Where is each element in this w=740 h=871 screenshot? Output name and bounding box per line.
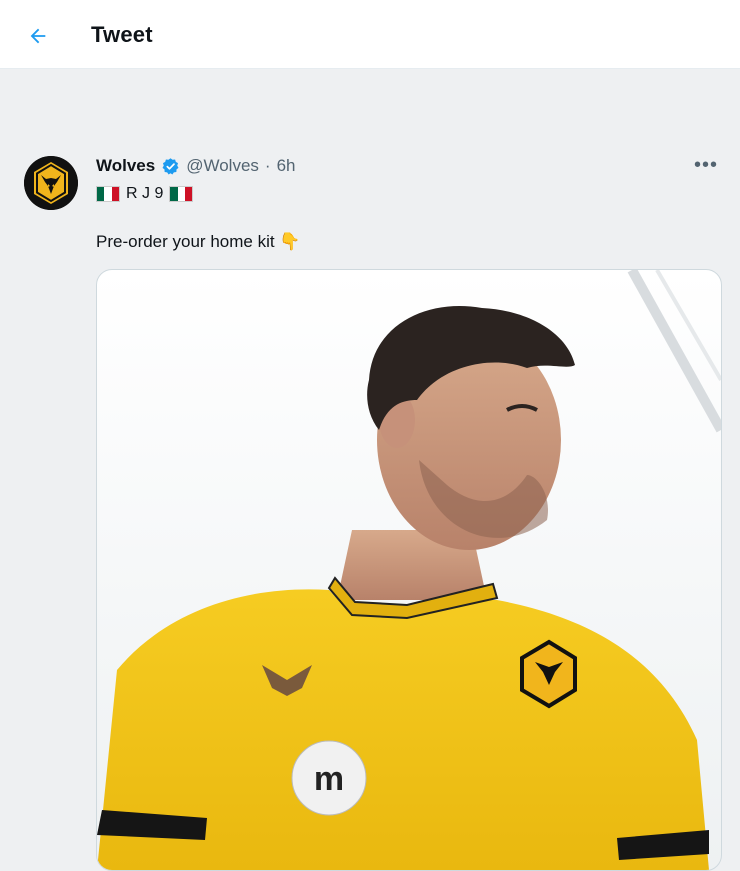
avatar[interactable] (24, 156, 78, 210)
tweet-text: Pre-order your home kit 👇 (96, 232, 300, 252)
author-name[interactable]: Wolves (96, 156, 155, 176)
tweet-media-photo[interactable]: m (96, 269, 722, 871)
top-bar: Tweet (0, 0, 740, 69)
separator: · (264, 156, 271, 175)
page-title: Tweet (91, 22, 153, 47)
arrow-left-icon (30, 28, 46, 44)
author-handle[interactable]: @Wolves (186, 156, 259, 176)
svg-text:m: m (314, 760, 344, 798)
tweet-time[interactable]: 6h (277, 156, 296, 176)
pointing-down-emoji: 👇 (279, 232, 301, 251)
player-photo: m (97, 270, 721, 870)
author-bio: R J 9 (96, 185, 194, 203)
bio-text: R J 9 (126, 185, 164, 202)
tweet: Wolves @Wolves · 6h ••• R J 9 Pre-order … (0, 69, 740, 871)
wolves-logo-icon (24, 156, 78, 210)
mexico-flag-icon (169, 186, 194, 202)
mexico-flag-icon (96, 186, 120, 202)
tweet-text-body: Pre-order your home kit (96, 232, 275, 251)
author-row: Wolves @Wolves · 6h (96, 156, 296, 176)
verified-badge-icon (161, 157, 180, 176)
more-dots-icon[interactable]: ••• (694, 154, 718, 177)
back-button[interactable] (24, 22, 52, 50)
